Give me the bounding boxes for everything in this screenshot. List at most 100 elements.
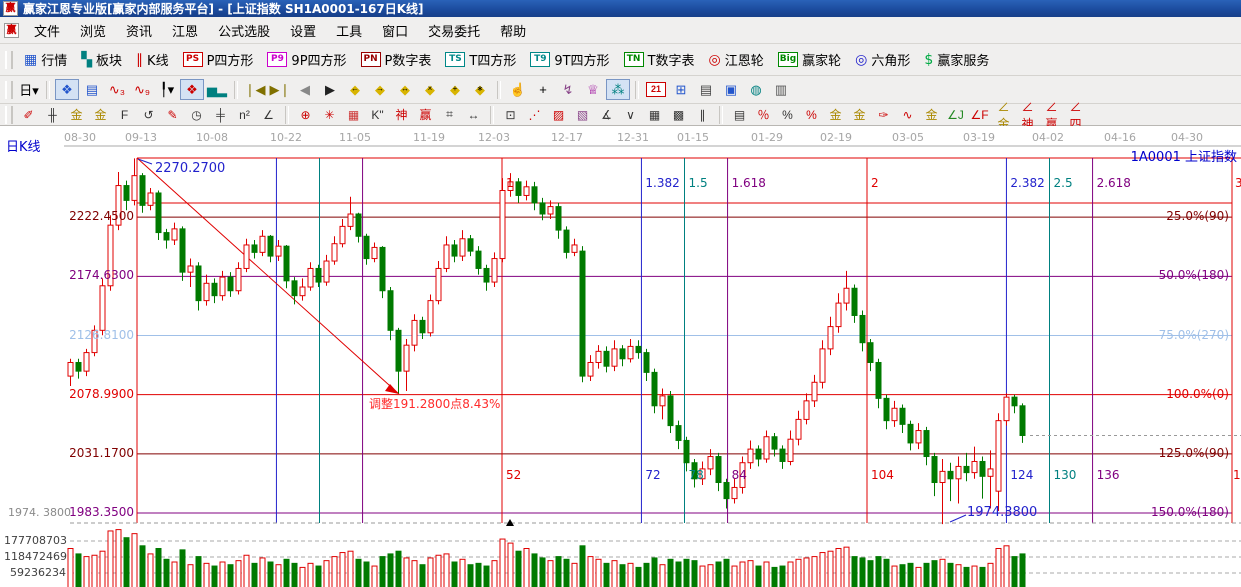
nav-next-button[interactable]: ▶	[318, 79, 342, 100]
chip-distribution-button[interactable]: ▤	[728, 105, 751, 124]
chart-pane[interactable]: 日K线 1A0001 上证指数 2270.2700 调整191.2800点8.4…	[0, 126, 1241, 587]
menu-item-gann[interactable]: 江恩	[163, 18, 207, 43]
menu-item-news[interactable]: 资讯	[117, 18, 161, 43]
star-grid-button[interactable]: ✳	[318, 105, 341, 124]
kline-style-dropdown-button[interactable]: 日▾	[17, 79, 41, 100]
parallel-lines-button[interactable]: ∥	[691, 105, 714, 124]
diamond-shift-right-button[interactable]: ◆→	[368, 79, 392, 100]
toolbar-item-winner-wheel[interactable]: Big赢家轮	[772, 48, 847, 71]
hand-tool-button[interactable]: ☝	[506, 79, 530, 100]
wave-line-button[interactable]: ∿	[896, 105, 919, 124]
pattern-blue-button[interactable]: ❖	[55, 79, 79, 100]
wave-9-button[interactable]: ∿₉	[130, 79, 154, 100]
box-tool-button[interactable]: ⊡	[499, 105, 522, 124]
diamond-expand-h-button[interactable]: ◆↔	[393, 79, 417, 100]
gold-line-2-button[interactable]: 金	[920, 105, 943, 124]
volume-histogram-button[interactable]: ▅▂	[205, 79, 229, 100]
toolbar-item-9p-square[interactable]: P99P四方形	[261, 48, 352, 71]
menu-item-window[interactable]: 窗口	[373, 18, 417, 43]
diamond-shift-left-button[interactable]: ◆←	[343, 79, 367, 100]
nav-last-button[interactable]: ▶❘	[268, 79, 292, 100]
ruler-arrows-button[interactable]: ↔	[462, 105, 485, 124]
percent-line-1-button[interactable]: ％	[752, 105, 775, 124]
ying-angle-button[interactable]: ∠赢	[1040, 105, 1063, 124]
nav-first-button[interactable]: ❘◀	[243, 79, 267, 100]
fence-grid-button[interactable]: ╫	[41, 105, 64, 124]
grid-window-1-button[interactable]: ▦	[643, 105, 666, 124]
grid-box-red-button[interactable]: ▦	[342, 105, 365, 124]
wave-3-button[interactable]: ∿₃	[105, 79, 129, 100]
toolbar-item-winner-service[interactable]: $赢家服务	[918, 48, 995, 71]
v-lines-button[interactable]: ∨	[619, 105, 642, 124]
calendar-21-button[interactable]: 21	[644, 79, 668, 100]
menu-item-browse[interactable]: 浏览	[71, 18, 115, 43]
k-quote-button[interactable]: K"	[366, 105, 389, 124]
toolbar-item-p-digit-table[interactable]: PNP数字表	[355, 48, 438, 71]
si-angle-button[interactable]: ∠四	[1064, 105, 1087, 124]
shen-angle-button[interactable]: ∠神	[1016, 105, 1039, 124]
toolbar-item-p-square[interactable]: PSP四方形	[177, 48, 260, 71]
toolbar-item-9t-square[interactable]: T99T四方形	[524, 48, 615, 71]
gold-fence-2-button[interactable]: 金	[89, 105, 112, 124]
toolbar-item-t-digit-table[interactable]: TNT数字表	[618, 48, 701, 71]
diamond-expand-all-button[interactable]: ◆∗	[468, 79, 492, 100]
info-doc-button[interactable]: ▤	[80, 79, 104, 100]
save-floppy-button[interactable]: ▣	[719, 79, 743, 100]
brain-tool-button[interactable]: ⁂	[606, 79, 630, 100]
menu-item-settings[interactable]: 设置	[281, 18, 325, 43]
fan-box-1-button[interactable]: ▨	[547, 105, 570, 124]
ying-grid-button[interactable]: 赢	[414, 105, 437, 124]
menu-item-help[interactable]: 帮助	[491, 18, 535, 43]
pin-line-tool-button[interactable]: ↯	[556, 79, 580, 100]
toolbar-item-sectors[interactable]: ▚板块	[75, 48, 128, 71]
diamond-compress-button[interactable]: ◆×	[418, 79, 442, 100]
title-bar[interactable]: 赢 赢家江恩专业版[赢家内部服务平台] - [上证指数 SH1A0001-167…	[0, 0, 1241, 17]
fan-lines-button[interactable]: ⋰	[523, 105, 546, 124]
9p-square-icon: P9	[267, 52, 287, 67]
remote-computer-button[interactable]: ▥	[769, 79, 793, 100]
n-square-button[interactable]: n²	[233, 105, 256, 124]
gold-line-button[interactable]: 金	[848, 105, 871, 124]
toolbar-item-hexagon[interactable]: ◎六角形	[849, 48, 916, 71]
notes-button[interactable]: ▤	[694, 79, 718, 100]
j-angle-button[interactable]: ∠J	[944, 105, 967, 124]
red-pen-button[interactable]: ✎	[161, 105, 184, 124]
fan-box-2-button[interactable]: ▧	[571, 105, 594, 124]
clock-cycle-button[interactable]: ◷	[185, 105, 208, 124]
spiral-tool-button[interactable]: ↺	[137, 105, 160, 124]
menu-item-file[interactable]: 文件	[25, 18, 69, 43]
crosshair-tool-button[interactable]: +	[531, 79, 555, 100]
shen-grid-button[interactable]: 神	[390, 105, 413, 124]
kline-chart[interactable]	[0, 126, 1241, 587]
angle-lines-button[interactable]: ∡	[595, 105, 618, 124]
f-fence-button[interactable]: F	[113, 105, 136, 124]
gold-fence-1-button[interactable]: 金	[65, 105, 88, 124]
grid-123-button[interactable]: ⌗	[438, 105, 461, 124]
candle-style-dropdown-button[interactable]: ╿▾	[155, 79, 179, 100]
menu-item-trade-entrust[interactable]: 交易委托	[419, 18, 489, 43]
gold-circle-button[interactable]: 金	[824, 105, 847, 124]
network-globe-button[interactable]: ◍	[744, 79, 768, 100]
candle-arrow-icon: ✑	[878, 108, 888, 122]
pattern-red-button[interactable]: ❖	[180, 79, 204, 100]
toolbar-item-t-square[interactable]: TST四方形	[439, 48, 522, 71]
target-circle-button[interactable]: ⊕	[294, 105, 317, 124]
percent-button[interactable]: %	[776, 105, 799, 124]
diamond-expand-button[interactable]: ◆+	[443, 79, 467, 100]
fence-grid-2-button[interactable]: ╪	[209, 105, 232, 124]
angle-tool-button[interactable]: ∠	[257, 105, 280, 124]
menu-item-tools[interactable]: 工具	[327, 18, 371, 43]
grid-window-2-button[interactable]: ▩	[667, 105, 690, 124]
toolbar-item-quotes[interactable]: ▦行情	[18, 48, 73, 71]
crown-tool-button[interactable]: ♕	[581, 79, 605, 100]
gold-angle-button[interactable]: ∠金	[992, 105, 1015, 124]
f-angle-button[interactable]: ∠F	[968, 105, 991, 124]
candle-arrow-button[interactable]: ✑	[872, 105, 895, 124]
toolbar-item-gann-wheel[interactable]: ◎江恩轮	[703, 48, 770, 71]
red-brush-button[interactable]: ✐	[17, 105, 40, 124]
calculator-button[interactable]: ⊞	[669, 79, 693, 100]
toolbar-item-kline[interactable]: ∥K线	[130, 48, 175, 71]
nav-prev-button[interactable]: ◀	[293, 79, 317, 100]
percent-line-2-button[interactable]: %	[800, 105, 823, 124]
menu-item-formula-select[interactable]: 公式选股	[209, 18, 279, 43]
